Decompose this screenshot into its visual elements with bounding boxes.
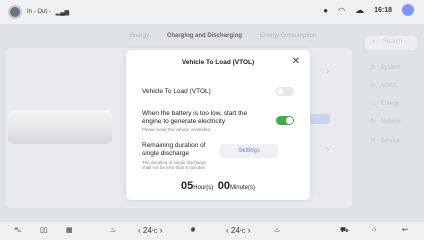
vtol-dialog: Vehicle To Load (VTOL) ✕ Vehicle To Load… (126, 50, 310, 200)
temp-left-unit: °C (151, 229, 158, 235)
minutes-value: 00 (217, 180, 230, 192)
hours-value: 05 (181, 180, 194, 192)
sidebar-item-energy[interactable]: ▭ Energy (360, 100, 424, 108)
sidebar-item-vehicle[interactable]: ⛍ Vehicle (360, 118, 424, 126)
chevron-right-icon: › (326, 144, 330, 155)
settings-sidebar: ⌕ Search ⚙ System ◎ ADAS ▭ Energy ⛍ Vehicle … (360, 36, 424, 144)
in-out-temperature: In - Out - (27, 9, 51, 15)
status-bar: In - Out - ▂▄▆ ● ◠ ☁ 16:18 (0, 0, 424, 24)
voice-assistant-icon[interactable] (402, 4, 414, 16)
duration-hint: The duration of single discharge shall n… (142, 160, 207, 170)
search-placeholder: Search (383, 39, 403, 45)
temp-left-value: 24 (142, 226, 152, 235)
battery-icon: ▭ (370, 101, 376, 107)
sidebar-item-label: Vehicle (381, 119, 401, 125)
engine-hint: Please keep the vehicle ventilated (142, 127, 211, 132)
vtol-label: Vehicle To Load (VTOL) (142, 88, 211, 95)
bottom-bar: ⛍ ▯▯ ▦ ♨ ‹ 24°C › ✺ ‹ 24°C › ♨ ⛟ ⌂ ↩ (0, 222, 424, 240)
seat-heat-left-icon[interactable]: ♨ (110, 226, 116, 234)
temp-left[interactable]: ‹ 24°C › (138, 226, 162, 235)
temp-right[interactable]: ‹ 24°C › (226, 226, 250, 235)
temp-right-value: 24 (230, 226, 240, 235)
sidebar-item-system[interactable]: ⚙ System (360, 64, 424, 72)
sidebar-item-label: ADAS (380, 82, 397, 89)
bluetooth-icon: ● (323, 5, 329, 15)
gear-icon: ⚙ (370, 65, 376, 71)
tab-charging-discharging[interactable]: Charging and Discharging (167, 33, 242, 39)
sidebar-item-service[interactable]: ⚒ Service (360, 137, 424, 145)
sidebar-item-adas[interactable]: ◎ ADAS (360, 82, 424, 90)
duration-label: Remaining duration of single discharge (142, 142, 206, 157)
avatar[interactable] (8, 5, 22, 19)
wrench-icon: ⚒ (370, 138, 376, 144)
weather-icon: ☁ (355, 4, 365, 15)
back-icon[interactable]: ↩ (402, 226, 408, 234)
steering-icon: ◎ (370, 83, 376, 89)
minutes-unit: Minute(s) (229, 185, 255, 191)
media-icon[interactable]: ▯▯ (40, 226, 48, 234)
settings-button[interactable]: Settings (220, 144, 278, 158)
apps-grid-icon[interactable]: ▦ (66, 226, 73, 234)
tab-bar: Energy Charging and Discharging Energy C… (130, 33, 316, 39)
engine-label: When the battery is too low, start the e… (142, 110, 248, 125)
car-icon: ⛍ (370, 119, 377, 125)
fan-icon[interactable]: ✺ (190, 226, 196, 234)
dialog-title: Vehicle To Load (VTOL) (181, 59, 255, 66)
search-icon: ⌕ (372, 39, 376, 45)
car-outline-icon[interactable]: ⛍ (14, 226, 21, 235)
sidebar-item-label: System (380, 64, 401, 71)
close-icon[interactable]: ✕ (292, 56, 300, 67)
tab-energy[interactable]: Energy (130, 33, 149, 39)
clock: 16:18 (374, 6, 392, 14)
engine-toggle[interactable] (276, 116, 294, 125)
signal-icon: ▂▄▆ (55, 9, 70, 16)
sidebar-item-label: Service (380, 137, 401, 144)
temp-right-unit: °C (239, 229, 246, 235)
car-image (8, 110, 112, 144)
duration-display: 05Hour(s) 00Minute(s) (126, 176, 310, 194)
car-front-icon[interactable]: ⛟ (340, 226, 349, 235)
tab-energy-consumption[interactable]: Energy Consumption (260, 33, 316, 39)
sidebar-item-label: Energy (380, 100, 400, 107)
home-icon[interactable]: ⌂ (372, 226, 376, 233)
hours-unit: Hour(s) (193, 185, 214, 191)
chevron-right-icon: › (326, 66, 330, 77)
search-input[interactable]: ⌕ Search (365, 36, 417, 50)
wifi-icon: ◠ (338, 5, 346, 15)
vtol-toggle[interactable] (276, 87, 294, 96)
seat-heat-right-icon[interactable]: ♨ (274, 226, 280, 234)
